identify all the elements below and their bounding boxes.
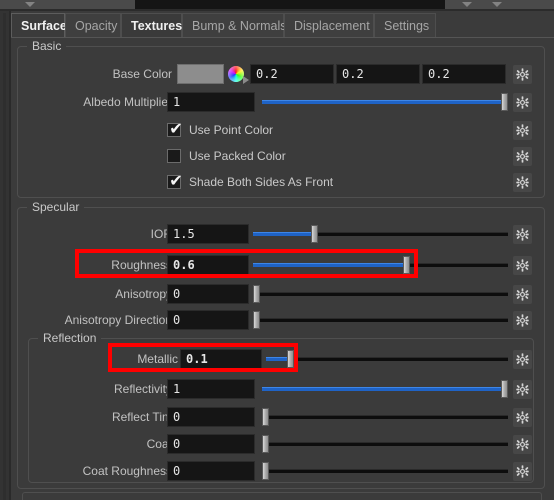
gear-icon[interactable] [513, 435, 532, 454]
gear-icon[interactable] [513, 225, 532, 244]
slider-anisotropy-direction[interactable] [253, 310, 508, 330]
base-color-swatch[interactable] [177, 64, 224, 84]
triangle-down-icon[interactable] [462, 2, 472, 7]
row-label: Coat [146, 437, 172, 451]
checkbox-label: Use Packed Color [189, 149, 286, 163]
base-color-r-field[interactable]: 0.2 [250, 64, 334, 84]
slider-reflectivity[interactable] [262, 379, 508, 399]
field-metallic[interactable]: 0.1 [180, 349, 262, 369]
field-anisotropy-direction[interactable]: 0 [167, 310, 249, 330]
checkmark-icon: ✔ [169, 121, 183, 138]
slider-track[interactable] [253, 292, 508, 296]
row-label: Albedo Multiplier [83, 95, 172, 109]
group-label-reflection: Reflection [38, 331, 102, 345]
field-reflect-tint[interactable]: 0 [167, 407, 255, 427]
slider-fill [253, 263, 406, 267]
slider-handle[interactable] [501, 380, 508, 398]
checkmark-icon: ✔ [169, 173, 183, 190]
triangle-down-icon[interactable] [25, 2, 35, 7]
slider-track[interactable] [253, 318, 508, 322]
slider-reflect-tint[interactable] [262, 407, 508, 427]
row-label: Anisotropy [115, 287, 172, 301]
slider-handle[interactable] [501, 93, 508, 111]
group-label-basic: Basic [27, 39, 67, 53]
checkbox-row[interactable]: ✔ Shade Both Sides As Front [167, 172, 467, 192]
field-coat[interactable]: 0 [167, 434, 255, 454]
slider-track[interactable] [262, 442, 508, 446]
slider-handle[interactable] [287, 350, 295, 368]
tab-bump-normals[interactable]: Bump & Normals [182, 13, 286, 37]
gear-icon[interactable] [513, 93, 532, 112]
checkbox-use-point-color[interactable]: ✔ [167, 121, 183, 138]
slider-handle[interactable] [262, 462, 269, 480]
gear-icon[interactable] [513, 256, 532, 275]
triangle-down-icon[interactable] [492, 2, 502, 7]
checkbox-row[interactable]: ✔ Use Point Color [167, 120, 467, 140]
checkbox-label: Shade Both Sides As Front [189, 175, 334, 189]
slider-track[interactable] [262, 415, 508, 419]
gear-icon[interactable] [513, 173, 532, 192]
gear-icon[interactable] [513, 380, 532, 399]
slider-handle[interactable] [262, 408, 269, 426]
field-ior[interactable]: 1.5 [167, 224, 249, 244]
field-coat-roughness[interactable]: 0 [167, 461, 255, 481]
slider-fill [262, 387, 508, 391]
slider-roughness[interactable] [253, 255, 508, 275]
slider-anisotropy[interactable] [253, 284, 508, 304]
row-label: Roughness [111, 258, 172, 272]
slider-handle[interactable] [253, 285, 260, 303]
gear-icon[interactable] [513, 408, 532, 427]
top-strip-divider [0, 9, 554, 11]
gear-icon[interactable] [513, 65, 532, 84]
row-label: IOR [150, 227, 172, 241]
row-label: Base Color [112, 67, 172, 81]
checkbox-row[interactable]: Use Packed Color [167, 146, 467, 166]
slider-fill [262, 100, 508, 104]
slider-handle[interactable] [403, 256, 410, 274]
base-color-b-field[interactable]: 0.2 [422, 64, 506, 84]
gear-icon[interactable] [513, 147, 532, 166]
window-top-strip [0, 0, 554, 11]
field-roughness[interactable]: 0.6 [167, 255, 249, 275]
tab-textures[interactable]: Textures [121, 13, 182, 37]
material-properties-panel: Surface Opacity Textures Bump & Normals Disp… [0, 0, 554, 500]
slider-handle[interactable] [262, 435, 269, 453]
field-reflectivity[interactable]: 1 [167, 379, 255, 399]
next-section-cutoff [22, 492, 542, 500]
row-label: Coat Roughness [82, 464, 172, 478]
base-color-g-field[interactable]: 0.2 [336, 64, 420, 84]
slider-coat-roughness[interactable] [262, 461, 508, 481]
tab-bar: Surface Opacity Textures Bump & Normals Disp… [11, 13, 554, 38]
tab-settings[interactable]: Settings [374, 13, 436, 37]
gear-icon[interactable] [513, 121, 532, 140]
slider-ior[interactable] [253, 224, 508, 244]
row-label: Reflectivity [113, 382, 172, 396]
slider-handle[interactable] [253, 311, 260, 329]
tab-opacity[interactable]: Opacity [65, 13, 121, 37]
albedo-multiplier-field[interactable]: 1 [167, 92, 255, 112]
tab-displacement[interactable]: Displacement [284, 13, 374, 37]
slider-track[interactable] [262, 469, 508, 473]
slider-track[interactable] [266, 357, 508, 361]
row-label: Anisotropy Direction [64, 313, 172, 327]
slider-handle[interactable] [311, 225, 319, 243]
slider-fill [253, 232, 315, 236]
color-wheel-icon[interactable] [228, 66, 249, 84]
gear-icon[interactable] [513, 285, 532, 304]
albedo-multiplier-slider[interactable] [262, 92, 508, 112]
row-label: Reflect Tint [111, 410, 172, 424]
group-label-specular: Specular [27, 200, 85, 214]
slider-metallic[interactable] [266, 349, 508, 369]
field-anisotropy[interactable]: 0 [167, 284, 249, 304]
gear-icon[interactable] [513, 462, 532, 481]
gear-icon[interactable] [513, 311, 532, 330]
checkbox-shade-both-sides-as-front[interactable]: ✔ [167, 173, 183, 190]
checkbox-label: Use Point Color [189, 123, 274, 137]
tab-surface[interactable]: Surface [11, 13, 67, 37]
row-label: Metallic [137, 352, 178, 366]
gear-icon[interactable] [513, 350, 532, 369]
slider-coat[interactable] [262, 434, 508, 454]
checkbox-use-packed-color[interactable] [167, 149, 181, 163]
